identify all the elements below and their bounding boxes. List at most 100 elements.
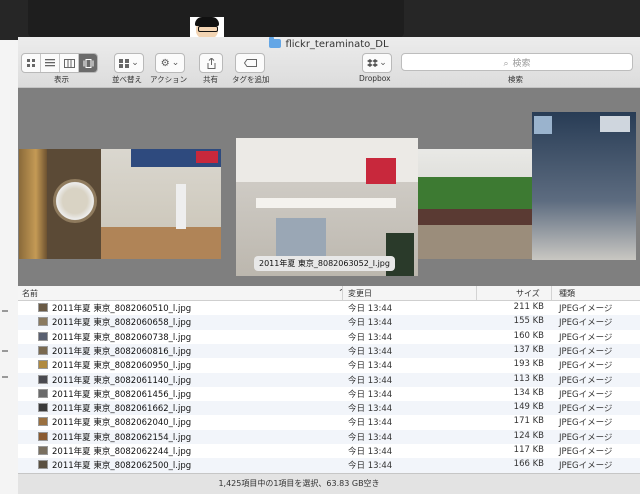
table-row[interactable]: 2011年夏 東京_8082061662_l.jpg 今日 13:44 149 KB… xyxy=(18,401,640,416)
file-date: 今日 13:44 xyxy=(348,404,393,415)
file-size: 117 KB xyxy=(513,445,544,455)
view-label: 表示 xyxy=(54,75,69,84)
list-icon xyxy=(45,59,55,67)
table-row[interactable]: 2011年夏 東京_8082060658_l.jpg 今日 13:44 155 KB… xyxy=(18,315,640,330)
file-size: 134 KB xyxy=(513,387,544,398)
file-name: 2011年夏 東京_8082061662_l.jpg xyxy=(52,404,192,415)
file-name: 2011年夏 東京_8082062040_l.jpg xyxy=(52,418,192,429)
file-size: 137 KB xyxy=(513,344,544,355)
user-avatar xyxy=(190,17,224,39)
file-kind: JPEGイメージ xyxy=(559,404,613,415)
jpeg-file-icon xyxy=(38,317,48,327)
file-kind: JPEGイメージ xyxy=(559,318,613,329)
columns-icon xyxy=(63,58,75,68)
folder-icon xyxy=(269,37,282,48)
column-header-date[interactable]: 変更日 xyxy=(348,288,372,299)
file-name: 2011年夏 東京_8082062154_l.jpg xyxy=(52,432,192,443)
file-name: 2011年夏 東京_8082060738_l.jpg xyxy=(52,332,192,343)
file-date: 今日 13:44 xyxy=(348,346,393,357)
file-date: 今日 13:44 xyxy=(348,389,393,400)
window-title: flickr_teraminato_DL xyxy=(18,37,640,50)
toolbar: flickr_teraminato_DL 表示 ⌄ 並べ替え ⚙ ⌄ アクション… xyxy=(18,37,640,88)
chevron-down-icon: ⌄ xyxy=(171,58,180,68)
column-header-name[interactable]: 名前 xyxy=(22,288,38,299)
background-window-edge xyxy=(0,40,19,494)
coverflow-caption: 2011年夏 東京_8082063052_l.jpg xyxy=(254,256,395,271)
table-row[interactable]: 2011年夏 東京_8082061140_l.jpg 今日 13:44 113 KB… xyxy=(18,372,640,387)
status-bar: 1,425項目中の1項目を選択、63.83 GB空き xyxy=(18,473,640,494)
file-name: 2011年夏 東京_8082060658_l.jpg xyxy=(52,318,192,329)
grid-icon xyxy=(26,58,35,67)
file-name: 2011年夏 東京_8082060950_l.jpg xyxy=(52,361,192,372)
file-date: 今日 13:44 xyxy=(348,375,393,386)
search-placeholder: 検索 xyxy=(512,59,531,69)
list-header: 名前 ⌃ 変更日 サイズ 種類 xyxy=(18,286,640,301)
jpeg-file-icon xyxy=(38,403,48,413)
gear-icon: ⚙ xyxy=(160,57,170,69)
coverflow-thumbnail[interactable] xyxy=(47,149,101,259)
status-text: 1,425項目中の1項目を選択、63.83 GB空き xyxy=(218,479,380,488)
finder-window: flickr_teraminato_DL 表示 ⌄ 並べ替え ⚙ ⌄ アクション… xyxy=(18,37,640,494)
file-date: 今日 13:44 xyxy=(348,332,393,343)
dropbox-label: Dropbox xyxy=(359,74,391,83)
table-row[interactable]: 2011年夏 東京_8082060950_l.jpg 今日 13:44 193 KB… xyxy=(18,358,640,372)
tag-label: タグを追加 xyxy=(232,75,270,84)
jpeg-file-icon xyxy=(38,446,48,455)
jpeg-file-icon xyxy=(38,431,48,441)
tag-button[interactable] xyxy=(235,53,265,73)
dropbox-icon xyxy=(367,58,379,67)
file-date: 今日 13:44 xyxy=(348,447,393,457)
jpeg-file-icon xyxy=(38,303,48,312)
column-header-size[interactable]: サイズ xyxy=(516,288,540,299)
file-kind: JPEGイメージ xyxy=(559,332,613,343)
table-row[interactable]: 2011年夏 東京_8082060510_l.jpg 今日 13:44 211 KB… xyxy=(18,301,640,315)
table-row[interactable]: 2011年夏 東京_8082060816_l.jpg 今日 13:44 137 KB… xyxy=(18,343,640,359)
table-row[interactable]: 2011年夏 東京_8082062040_l.jpg 今日 13:44 171 KB… xyxy=(18,415,640,429)
file-size: 193 KB xyxy=(513,359,544,370)
jpeg-file-icon xyxy=(38,331,48,341)
list-view-button[interactable] xyxy=(41,54,60,72)
coverflow-icon xyxy=(83,58,93,68)
coverflow-view-button[interactable] xyxy=(79,54,97,72)
file-size: 124 KB xyxy=(513,430,544,441)
share-icon xyxy=(207,57,215,69)
file-date: 今日 13:44 xyxy=(348,318,393,329)
table-row[interactable]: 2011年夏 東京_8082062500_l.jpg 今日 13:44 166 KB… xyxy=(18,458,640,473)
file-date: 今日 13:44 xyxy=(348,461,393,472)
table-row[interactable]: 2011年夏 東京_8082061456_l.jpg 今日 13:44 134 KB… xyxy=(18,387,640,401)
arrange-button[interactable]: ⌄ xyxy=(114,53,144,73)
share-label: 共有 xyxy=(203,75,218,84)
dropbox-button[interactable]: ⌄ xyxy=(362,53,392,73)
file-size: 211 KB xyxy=(513,302,544,312)
coverflow-thumbnail[interactable] xyxy=(532,112,636,260)
icon-view-button[interactable] xyxy=(22,54,41,72)
file-name: 2011年夏 東京_8082060510_l.jpg xyxy=(52,304,192,314)
file-name: 2011年夏 東京_8082061140_l.jpg xyxy=(52,375,192,386)
search-field[interactable]: ⌕ 検索 xyxy=(401,53,633,71)
arrange-label: 並べ替え xyxy=(112,75,142,84)
file-date: 今日 13:44 xyxy=(348,418,393,429)
table-row[interactable]: 2011年夏 東京_8082060738_l.jpg 今日 13:44 160 KB… xyxy=(18,330,640,344)
arrange-grid-icon xyxy=(119,58,130,68)
coverflow-thumbnail[interactable] xyxy=(101,149,221,259)
jpeg-file-icon xyxy=(38,360,48,370)
view-switcher xyxy=(21,53,98,73)
chevron-down-icon: ⌄ xyxy=(379,58,387,68)
coverflow-thumbnail[interactable] xyxy=(19,149,47,259)
action-button[interactable]: ⚙ ⌄ xyxy=(155,53,185,73)
file-size: 149 KB xyxy=(513,402,544,413)
file-name: 2011年夏 東京_8082060816_l.jpg xyxy=(52,346,192,357)
column-view-button[interactable] xyxy=(60,54,79,72)
jpeg-file-icon xyxy=(38,417,48,427)
file-kind: JPEGイメージ xyxy=(559,304,613,314)
file-date: 今日 13:44 xyxy=(348,304,393,314)
coverflow-area[interactable]: 2011年夏 東京_8082063052_l.jpg xyxy=(18,88,640,286)
table-row[interactable]: 2011年夏 東京_8082062154_l.jpg 今日 13:44 124 KB… xyxy=(18,429,640,444)
file-kind: JPEGイメージ xyxy=(559,346,613,357)
file-list: 2011年夏 東京_8082060510_l.jpg 今日 13:44 211 KB… xyxy=(18,301,640,473)
jpeg-file-icon xyxy=(38,374,48,384)
table-row[interactable]: 2011年夏 東京_8082062244_l.jpg 今日 13:44 117 KB… xyxy=(18,444,640,458)
column-header-kind[interactable]: 種類 xyxy=(559,288,575,299)
share-button[interactable] xyxy=(199,53,223,73)
jpeg-file-icon xyxy=(38,388,48,398)
